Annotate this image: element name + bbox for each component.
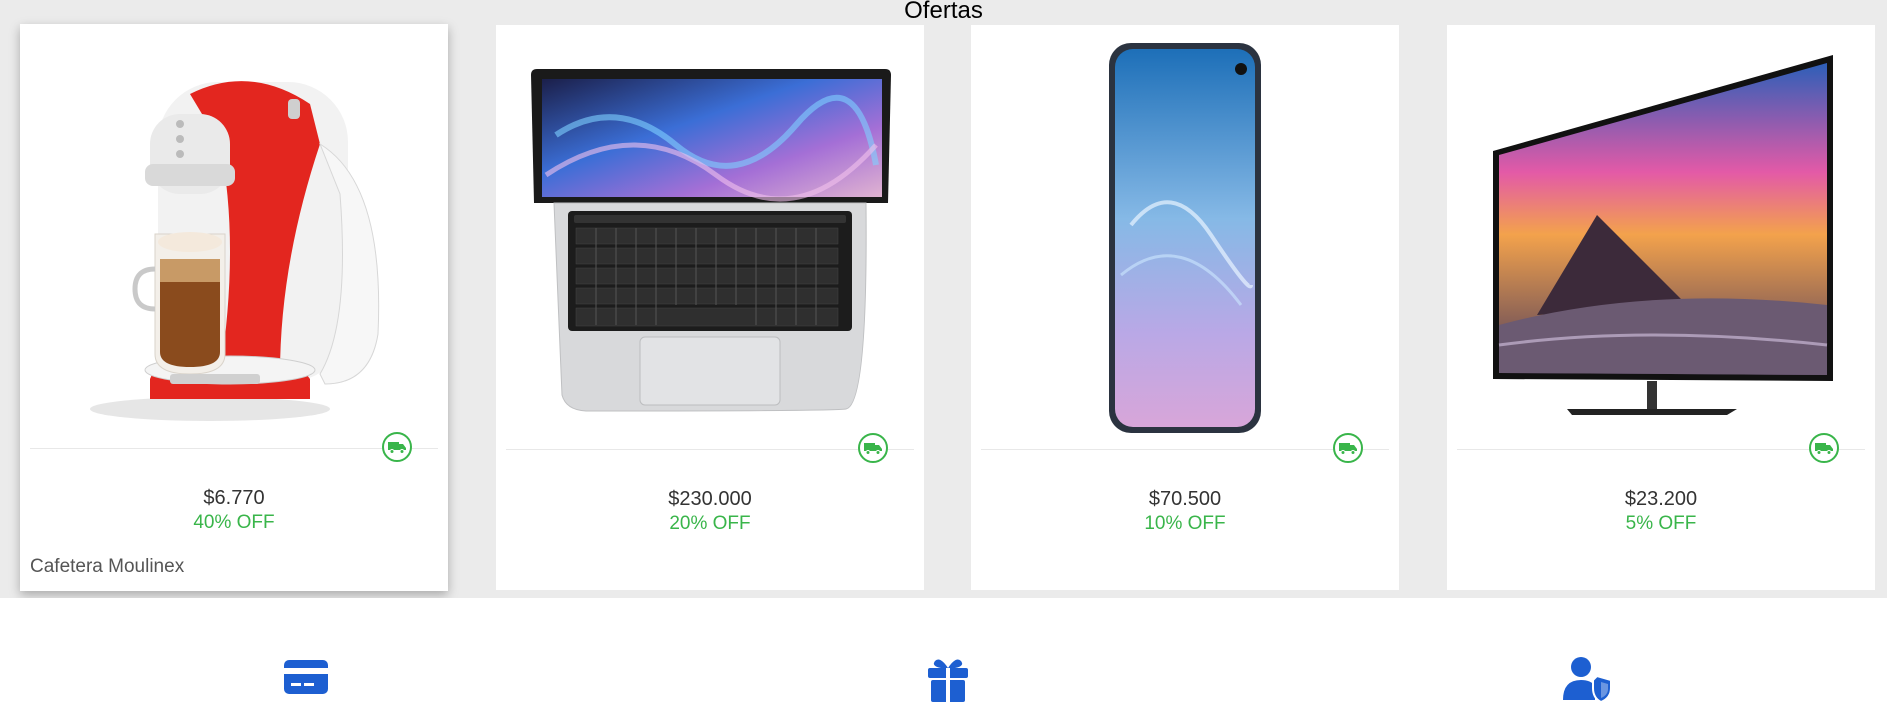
credit-card-icon[interactable] <box>280 656 332 706</box>
gift-icon[interactable] <box>922 656 974 706</box>
product-discount: 40% OFF <box>193 512 275 533</box>
offers-section: Ofertas $6.770 40% OFF Cafetera Moulinex… <box>0 0 1887 598</box>
product-card[interactable]: $6.770 40% OFF Cafetera Moulinex <box>20 24 448 591</box>
product-card[interactable]: $70.500 10% OFF <box>971 25 1399 590</box>
product-price: $23.200 <box>1624 488 1698 510</box>
product-discount: 10% OFF <box>1144 513 1226 534</box>
truck-icon <box>1809 433 1839 463</box>
product-discount: 20% OFF <box>669 513 751 534</box>
card-divider <box>30 448 438 449</box>
product-card[interactable]: $230.000 20% OFF <box>496 25 924 590</box>
truck-icon <box>1333 433 1363 463</box>
benefits-bar <box>0 598 1887 712</box>
product-price: $70.500 <box>1148 488 1222 510</box>
product-price: $230.000 <box>668 488 752 510</box>
card-divider <box>506 449 914 450</box>
card-divider <box>981 449 1389 450</box>
truck-icon <box>382 432 412 462</box>
card-divider <box>1457 449 1865 450</box>
product-price: $6.770 <box>203 487 265 509</box>
product-discount: 5% OFF <box>1625 513 1697 534</box>
offers-title: Ofertas <box>904 0 983 24</box>
laptop-image <box>496 25 924 445</box>
user-shield-icon[interactable] <box>1563 656 1615 706</box>
page: Ofertas $6.770 40% OFF Cafetera Moulinex… <box>0 0 1887 712</box>
smartphone-image <box>971 25 1399 445</box>
coffee-machine-image <box>20 24 448 444</box>
truck-icon <box>858 433 888 463</box>
product-card[interactable]: $23.200 5% OFF <box>1447 25 1875 590</box>
product-name: Cafetera Moulinex <box>30 556 185 577</box>
television-image <box>1447 25 1875 445</box>
